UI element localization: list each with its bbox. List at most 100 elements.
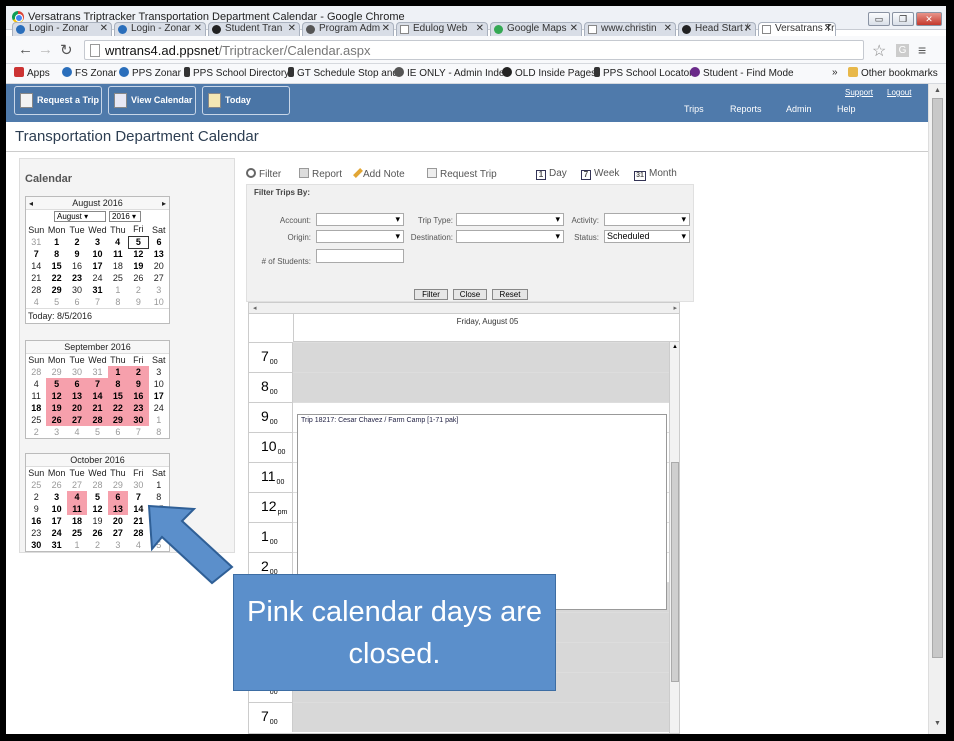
browser-tab-active[interactable]: Versatrans Tr ✕ [758, 22, 836, 36]
browser-tab[interactable]: Edulog Web ✕ [396, 22, 488, 36]
time-slot[interactable] [293, 342, 669, 372]
closed-day-cell[interactable]: 28 [87, 414, 108, 426]
bookmark-item[interactable]: Student - Find Mode [690, 67, 794, 79]
forward-arrow-icon[interactable]: → [38, 41, 53, 58]
closed-day-cell[interactable]: 4 [66, 491, 88, 503]
closed-day-cell[interactable]: 7 [87, 378, 108, 390]
day-cell[interactable]: 22 [46, 272, 66, 284]
scrollbar-thumb[interactable] [932, 98, 943, 658]
day-cell[interactable]: 27 [149, 272, 169, 284]
day-cell[interactable]: 9 [67, 248, 87, 260]
day-cell[interactable]: 10 [87, 248, 107, 260]
closed-day-cell[interactable]: 20 [66, 402, 88, 414]
day-cell[interactable]: 2 [26, 426, 46, 438]
day-cell[interactable]: 17 [149, 390, 169, 402]
close-tab-icon[interactable]: ✕ [382, 23, 390, 35]
horizontal-scrollbar[interactable]: ◂ ▸ [249, 303, 679, 314]
scroll-up-icon[interactable]: ▲ [672, 344, 678, 350]
closed-day-cell[interactable]: 23 [128, 402, 149, 414]
closed-day-cell[interactable]: 14 [87, 390, 108, 402]
day-cell[interactable]: 4 [26, 378, 46, 390]
browser-tab[interactable]: Google Maps ✕ [490, 22, 582, 36]
closed-day-cell[interactable]: 9 [128, 378, 149, 390]
closed-day-cell[interactable]: 13 [107, 503, 129, 515]
day-scrollbar[interactable]: ▲ [669, 342, 679, 733]
day-cell[interactable]: 23 [67, 272, 87, 284]
day-cell[interactable]: 19 [128, 260, 148, 272]
month-select[interactable]: August ▾ [54, 211, 106, 222]
url-field[interactable]: wntrans4.ad.ppsnet/Triptracker/Calendar.… [84, 40, 864, 60]
day-cell[interactable]: 29 [46, 284, 66, 296]
day-cell[interactable]: 16 [67, 260, 87, 272]
day-cell[interactable]: 16 [26, 515, 46, 527]
day-cell[interactable]: 31 [46, 539, 66, 551]
day-cell[interactable]: 13 [149, 248, 169, 260]
scroll-up-icon[interactable]: ▲ [934, 87, 941, 94]
today-button[interactable]: Today [202, 86, 290, 115]
day-cell[interactable]: 5 [87, 491, 107, 503]
browser-tab[interactable]: Login - Zonar ✕ [114, 22, 206, 36]
maximize-button[interactable]: ❐ [892, 12, 914, 26]
closed-day-cell[interactable]: 15 [107, 390, 129, 402]
close-tab-icon[interactable]: ✕ [824, 23, 832, 35]
back-arrow-icon[interactable]: ← [18, 41, 33, 58]
day-cell[interactable]: 17 [87, 260, 107, 272]
day-cell[interactable]: 10 [149, 378, 169, 390]
day-cell[interactable]: 23 [26, 527, 46, 539]
day-cell[interactable]: 20 [108, 515, 128, 527]
nav-trips[interactable]: Trips [684, 104, 704, 114]
closed-day-cell[interactable]: 13 [66, 390, 88, 402]
browser-tab[interactable]: Student Tran ✕ [208, 22, 300, 36]
day-cell[interactable]: 27 [67, 479, 87, 491]
day-cell[interactable]: 12 [128, 248, 148, 260]
activity-select[interactable] [604, 213, 690, 226]
bookmark-item[interactable]: PPS Zonar [119, 67, 181, 79]
page-scrollbar[interactable]: ▲ ▼ [928, 84, 946, 734]
day-cell[interactable]: 2 [87, 539, 107, 551]
account-select[interactable] [316, 213, 404, 226]
closed-day-cell[interactable]: 11 [66, 503, 88, 515]
closed-day-cell[interactable]: 8 [107, 378, 129, 390]
closed-day-cell[interactable]: 2 [128, 366, 149, 378]
bookmark-item[interactable]: PPS School Directory [184, 67, 289, 79]
close-tab-icon[interactable]: ✕ [100, 23, 108, 35]
browser-tab[interactable]: www.christin ✕ [584, 22, 676, 36]
time-slot[interactable] [293, 702, 669, 732]
scroll-down-icon[interactable]: ▼ [934, 720, 941, 727]
day-cell[interactable]: 8 [46, 248, 66, 260]
closed-day-cell[interactable]: 12 [46, 390, 67, 402]
bookmarks-overflow-button[interactable]: » [832, 67, 838, 78]
day-cell[interactable]: 8 [108, 296, 128, 308]
close-tab-icon[interactable]: ✕ [744, 23, 752, 35]
day-cell[interactable]: 7 [128, 426, 148, 438]
day-cell[interactable]: 26 [46, 479, 66, 491]
day-cell[interactable]: 7 [87, 296, 107, 308]
closed-day-cell[interactable]: 6 [66, 378, 88, 390]
day-cell[interactable]: 10 [46, 503, 66, 515]
next-month-icon[interactable]: ▸ [162, 197, 166, 210]
day-cell[interactable]: 1 [46, 236, 66, 248]
day-cell[interactable]: 3 [108, 539, 128, 551]
day-cell[interactable]: 2 [128, 284, 148, 296]
closed-day-cell[interactable]: 30 [128, 414, 149, 426]
browser-tab[interactable]: Login - Zonar ✕ [12, 22, 112, 36]
day-cell[interactable]: 18 [108, 260, 128, 272]
day-cell[interactable]: 24 [46, 527, 66, 539]
close-tab-icon[interactable]: ✕ [664, 23, 672, 35]
students-field[interactable] [316, 249, 404, 263]
day-cell[interactable]: 5 [87, 426, 107, 438]
closed-day-cell[interactable]: 26 [46, 414, 67, 426]
day-cell[interactable]: 19 [87, 515, 107, 527]
day-cell[interactable]: 2 [67, 236, 87, 248]
day-cell[interactable]: 10 [149, 296, 169, 308]
day-cell[interactable]: 4 [26, 296, 46, 308]
day-cell[interactable]: 5 [46, 296, 66, 308]
time-slot[interactable] [293, 372, 669, 402]
day-cell[interactable]: 14 [26, 260, 46, 272]
day-cell[interactable]: 27 [108, 527, 128, 539]
add-note-button[interactable]: Add Note [353, 168, 405, 180]
minimize-button[interactable]: ▭ [868, 12, 890, 26]
day-cell[interactable]: 26 [128, 272, 148, 284]
day-cell[interactable]: 25 [26, 414, 46, 426]
day-cell[interactable]: 15 [46, 260, 66, 272]
